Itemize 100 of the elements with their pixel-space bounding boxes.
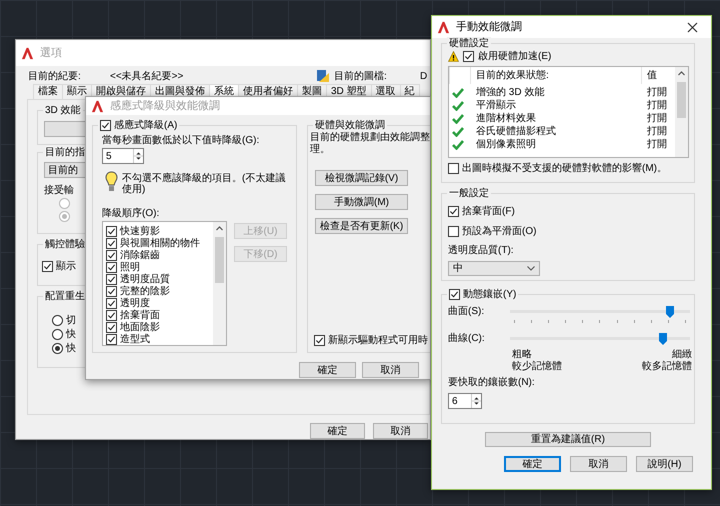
checkbox[interactable]	[106, 310, 117, 320]
reset-button[interactable]: 重置為建議值(R)	[485, 432, 651, 447]
number-field[interactable]: 5	[102, 148, 144, 164]
tab[interactable]: 顯示	[62, 84, 92, 99]
checkbox[interactable]	[106, 274, 117, 284]
scroll-up-icon[interactable]	[215, 224, 224, 233]
warning-icon	[448, 51, 459, 62]
checkbox[interactable]	[106, 286, 117, 296]
checkbox-label: 感應式降級(A)	[114, 119, 178, 132]
lightbulb-icon	[105, 171, 118, 193]
checkbox[interactable]	[448, 163, 459, 174]
slider-label: 曲面(S):	[448, 305, 486, 318]
scale-label: 較少記憶體	[512, 361, 562, 373]
group-title: 配置重生	[45, 290, 85, 303]
checkbox[interactable]	[106, 262, 117, 272]
checkbox[interactable]	[106, 250, 117, 260]
checkbox[interactable]	[42, 261, 53, 272]
list-item-label: 地面陰影	[120, 320, 160, 334]
radio-label: 切	[66, 314, 76, 326]
manual-tune-button[interactable]: 手動微調(M)	[315, 194, 408, 210]
description-text: 目前的硬體規劃由效能調整	[310, 132, 430, 144]
number-field[interactable]: 6	[448, 393, 482, 409]
checkbox[interactable]	[448, 206, 459, 217]
checkbox[interactable]	[448, 226, 459, 237]
scroll-thumb[interactable]	[677, 82, 686, 118]
slider-label: 曲線(C):	[448, 332, 486, 345]
scrollbar[interactable]	[675, 67, 688, 157]
scroll-up-icon[interactable]	[677, 69, 686, 78]
scroll-thumb[interactable]	[215, 237, 224, 283]
group-title: 觸控體驗	[45, 238, 85, 251]
table-cell-text: 個別像素照明	[475, 138, 537, 151]
checkbox-label: 捨棄背面(F)	[462, 205, 515, 218]
table-cell-text: 谷氏硬體描影程式	[475, 125, 557, 138]
radio-label: 快	[66, 342, 76, 354]
ok-button[interactable]: 確定	[310, 423, 365, 439]
app-icon	[91, 100, 104, 112]
list-item-label: 與視圖相關的物件	[120, 236, 200, 250]
cancel-button[interactable]: 取消	[362, 362, 419, 378]
scrollbar[interactable]	[213, 222, 226, 345]
drawing-name: D	[420, 70, 428, 82]
radio-label: 快	[66, 328, 76, 340]
group-title: 目前的指	[45, 146, 85, 159]
window-title: 選項	[40, 46, 62, 60]
group-title: 3D 效能	[45, 104, 81, 117]
spin-buttons[interactable]	[133, 149, 143, 163]
radio-button[interactable]	[52, 314, 63, 326]
checkbox[interactable]	[463, 51, 474, 62]
help-button[interactable]: 說明(H)	[636, 456, 693, 472]
scale-label: 細緻	[671, 349, 692, 360]
list-item-label: 消除鋸齒	[120, 248, 160, 262]
slider-thumb[interactable]	[659, 332, 667, 344]
description-text: 理。	[310, 144, 331, 156]
tab[interactable]: 檔案	[33, 84, 63, 99]
chevron-down-icon	[527, 266, 535, 271]
scale-label: 較多記憶體	[642, 361, 692, 373]
slider[interactable]	[510, 306, 690, 318]
checkbox[interactable]	[106, 334, 117, 344]
checkbox[interactable]	[449, 289, 460, 300]
field-label: 透明度品質(T):	[448, 244, 515, 257]
checkbox[interactable]	[106, 226, 117, 236]
field-label: 當每秒畫面數低於以下值時降級(G):	[102, 135, 260, 146]
ok-button[interactable]: 確定	[299, 362, 356, 378]
table-cell-text: 打開	[646, 125, 668, 138]
close-icon[interactable]	[687, 22, 698, 32]
checkbox-label: 顯示	[56, 260, 76, 273]
window-title: 手動效能微調	[456, 20, 522, 34]
slider-thumb[interactable]	[666, 306, 674, 318]
checkbox[interactable]	[314, 335, 325, 346]
drawing-label: 目前的圖檔:	[334, 70, 388, 82]
checkbox[interactable]	[106, 322, 117, 332]
table-cell-text: 增強的 3D 效能	[475, 86, 546, 99]
slider[interactable]	[510, 332, 690, 344]
ok-button[interactable]: 確定	[504, 456, 561, 472]
group-title: 硬體設定	[449, 37, 489, 50]
cancel-button[interactable]: 取消	[570, 456, 627, 472]
list-box[interactable]: 快速剪影 與視圖相關的物件 消除鋸齒 照明 透明度品質 完整的陰影 透明度 捨棄背面 地面陰影 造型式	[102, 221, 227, 346]
spin-buttons[interactable]	[471, 394, 481, 408]
table-cell-text: 打開	[646, 138, 668, 151]
list-item-label: 快速剪影	[120, 224, 160, 238]
table-cell-text: 平滑顯示	[475, 99, 517, 112]
checkbox-label: 預設為平滑面(O)	[462, 225, 536, 238]
list-item-label: 完整的陰影	[120, 284, 170, 298]
view-log-button[interactable]: 檢視微調記錄(V)	[315, 170, 408, 186]
checkbox-label: 動態鑲嵌(Y)	[463, 288, 516, 301]
radio-button[interactable]	[52, 342, 63, 354]
dropdown[interactable]: 中	[448, 261, 540, 276]
hint-text: 不勾選不應該降級的項目。(不太建議使用)	[122, 173, 286, 195]
table-cell-text: 打開	[646, 99, 668, 112]
radio-button[interactable]	[52, 328, 63, 340]
table-cell-text: 打開	[646, 112, 668, 125]
checkbox[interactable]	[106, 298, 117, 308]
check-updates-button[interactable]: 檢查是否有更新(K)	[315, 218, 408, 234]
checkbox-label: 啟用硬體加速(E)	[478, 50, 552, 63]
checkbox[interactable]	[106, 238, 117, 248]
list-item-label: 捨棄背面	[120, 308, 160, 322]
file-icon	[316, 69, 330, 83]
window-title: 感應式降級與效能微調	[110, 100, 220, 112]
checkbox-label: 新顯示驅動程式可用時	[328, 334, 428, 347]
cancel-button[interactable]: 取消	[373, 423, 428, 439]
checkbox[interactable]	[100, 120, 111, 131]
